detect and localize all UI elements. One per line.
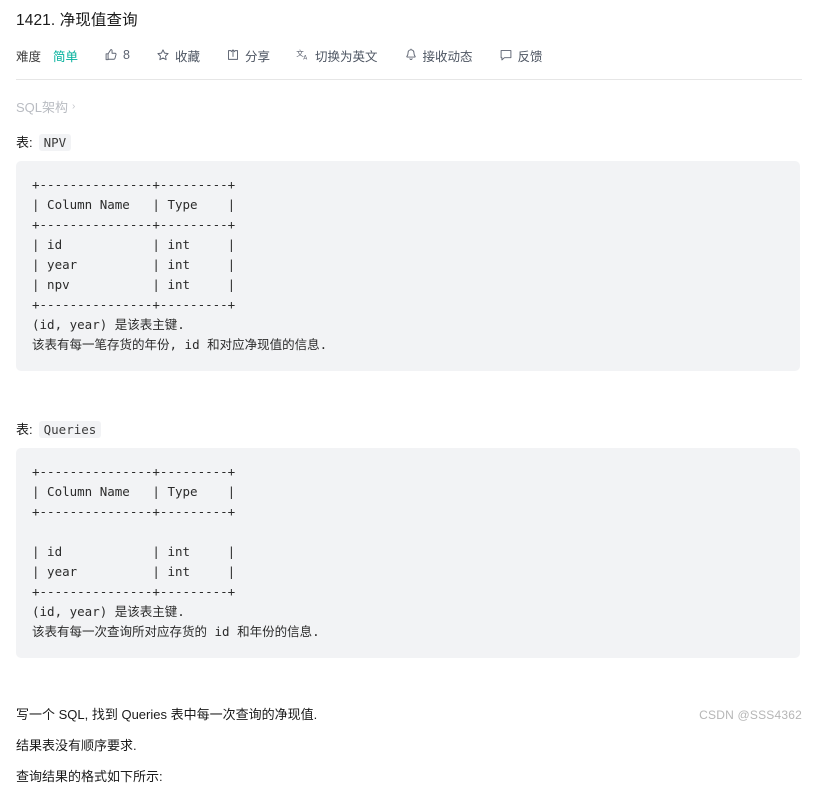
problem-page: 1421. 净现值查询 难度 简单 8 收藏 分享 文 A 切换为英文 接收动态… <box>0 0 818 787</box>
table-name: NPV <box>38 134 72 151</box>
page-title: 1421. 净现值查询 <box>16 12 138 29</box>
table-heading-queries: 表: Queries <box>16 419 802 438</box>
subscribe-label: 接收动态 <box>422 49 473 64</box>
bell-icon <box>404 48 418 62</box>
problem-toolbar: 难度 简单 8 收藏 分享 文 A 切换为英文 接收动态 反馈 <box>16 40 802 70</box>
header-divider <box>16 79 802 80</box>
thumbs-up-icon <box>104 48 118 62</box>
chevron-right-icon: › <box>72 100 76 112</box>
star-icon <box>156 48 170 62</box>
breadcrumb-label[interactable]: SQL架构 <box>16 97 68 116</box>
table-label: 表: <box>16 135 33 150</box>
difficulty-indicator: 难度 简单 <box>16 46 78 65</box>
share-icon <box>226 48 240 62</box>
breadcrumb[interactable]: SQL架构 › <box>16 97 802 116</box>
difficulty-value: 简单 <box>53 49 79 64</box>
description-paragraph-2: 结果表没有顺序要求. <box>16 738 137 753</box>
description-paragraph-3: 查询结果的格式如下所示: <box>16 769 163 784</box>
subscribe-button[interactable]: 接收动态 <box>404 46 473 65</box>
svg-text:A: A <box>303 55 307 61</box>
share-button[interactable]: 分享 <box>226 46 270 65</box>
table-label: 表: <box>16 422 33 437</box>
like-count: 8 <box>123 48 130 62</box>
translate-label: 切换为英文 <box>315 49 378 64</box>
share-label: 分享 <box>245 49 271 64</box>
schema-code-block-queries: +---------------+---------+ | Column Nam… <box>16 448 800 658</box>
favorite-button[interactable]: 收藏 <box>156 46 200 65</box>
schema-code-block-npv: +---------------+---------+ | Column Nam… <box>16 161 800 371</box>
translate-button[interactable]: 文 A 切换为英文 <box>296 46 378 65</box>
table-name: Queries <box>38 421 102 438</box>
description-paragraph-1: 写一个 SQL, 找到 Queries 表中每一次查询的净现值. <box>16 707 318 722</box>
like-button[interactable]: 8 <box>104 48 130 62</box>
feedback-button[interactable]: 反馈 <box>499 46 543 65</box>
table-heading-npv: 表: NPV <box>16 132 802 151</box>
feedback-label: 反馈 <box>517 49 543 64</box>
favorite-label: 收藏 <box>174 49 200 64</box>
comment-icon <box>499 48 513 62</box>
difficulty-label: 难度 <box>16 49 42 64</box>
csdn-watermark: CSDN @SSS4362 <box>699 708 802 722</box>
translate-icon: 文 A <box>296 48 310 62</box>
